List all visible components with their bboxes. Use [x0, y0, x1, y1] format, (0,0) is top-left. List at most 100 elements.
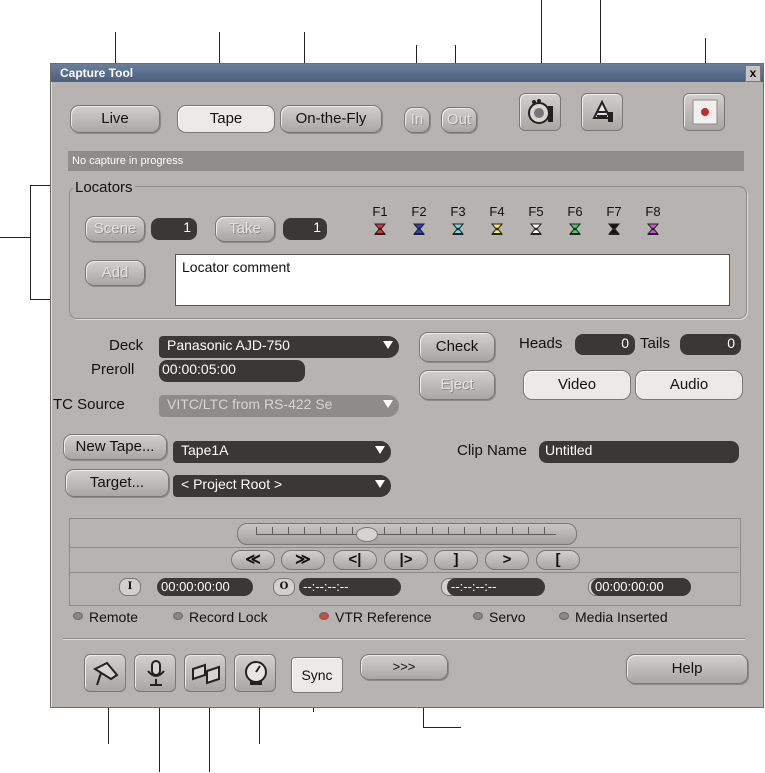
locator-key-5[interactable]: F5	[524, 204, 548, 235]
play-button[interactable]: >	[485, 550, 529, 570]
tc-source-label: TC Source	[53, 396, 125, 413]
indicator-media-inserted: Media Inserted	[559, 609, 668, 625]
chevron-down-icon	[383, 400, 393, 408]
mark-in-tag[interactable]: I	[119, 578, 141, 596]
video-tab[interactable]: Video	[523, 370, 631, 400]
tails-field[interactable]: 0	[680, 334, 741, 355]
callout-bracket	[0, 237, 30, 238]
callout-line	[423, 727, 461, 728]
locator-key-6[interactable]: F6	[563, 204, 587, 235]
transport-divider	[69, 547, 739, 548]
locator-marker-icon	[530, 223, 542, 235]
mark-in-timecode[interactable]: 00:00:00:00	[157, 578, 253, 596]
indicator-label: Servo	[489, 609, 526, 625]
audio-mixer-button[interactable]	[184, 654, 226, 692]
audio-tool-button[interactable]	[581, 93, 623, 131]
capture-tool-window: Capture Tool x Live Tape On-the-Fly In O…	[50, 63, 764, 708]
tc-source-select[interactable]: VITC/LTC from RS-422 Se	[159, 395, 399, 417]
chevron-down-icon	[383, 341, 393, 349]
take-value[interactable]: 1	[283, 218, 327, 240]
callout-line	[108, 706, 109, 744]
deck-select[interactable]: Panasonic AJD-750	[159, 336, 399, 358]
indicator-label: Record Lock	[189, 609, 268, 625]
go-to-out-button[interactable]: ]	[434, 550, 478, 570]
shuttle-ticks	[256, 527, 556, 535]
record-icon	[692, 99, 718, 125]
timecode-window-button[interactable]	[234, 654, 276, 692]
locator-key-label: F7	[606, 204, 622, 219]
locator-marker-icon	[491, 223, 503, 235]
mark-out-tag[interactable]: O	[273, 578, 295, 596]
locator-key-8[interactable]: F8	[641, 204, 665, 235]
locator-key-4[interactable]: F4	[485, 204, 509, 235]
duration-timecode[interactable]: --:--:--:--	[447, 578, 545, 596]
step-back-button[interactable]: <|	[333, 550, 377, 570]
locator-marker-icon	[608, 223, 620, 235]
shuttle-slider[interactable]	[237, 523, 577, 545]
eject-button[interactable]: Eject	[419, 370, 495, 400]
target-button[interactable]: Target...	[65, 469, 169, 497]
close-icon[interactable]: x	[745, 65, 761, 82]
locator-marker-icon	[569, 223, 581, 235]
audio-tab[interactable]: Audio	[635, 370, 743, 400]
locator-key-7[interactable]: F7	[602, 204, 626, 235]
tape-button[interactable]: Tape	[177, 105, 275, 133]
callout-line	[159, 706, 160, 772]
preroll-field[interactable]: 00:00:05:00	[159, 360, 305, 382]
take-button[interactable]: Take	[215, 216, 275, 242]
heads-label: Heads	[519, 335, 563, 352]
locator-key-2[interactable]: F2	[407, 204, 431, 235]
deck-select-value: Panasonic AJD-750	[167, 337, 290, 353]
audio-tool-icon	[592, 99, 613, 122]
locator-key-label: F1	[372, 204, 388, 219]
scene-button[interactable]: Scene	[85, 216, 145, 242]
scene-value[interactable]: 1	[151, 218, 197, 240]
expand-button[interactable]: >>>	[360, 654, 448, 680]
target-select-value: < Project Root >	[181, 476, 283, 492]
locator-key-label: F5	[528, 204, 544, 219]
locator-marker-icon	[452, 223, 464, 235]
microphone-icon	[147, 660, 165, 686]
record-button[interactable]	[683, 93, 725, 131]
toggle-source-button[interactable]	[519, 93, 561, 131]
help-button[interactable]: Help	[626, 654, 748, 684]
timecode-icon	[245, 661, 267, 685]
locator-comment-field[interactable]: Locator comment	[175, 254, 730, 306]
add-locator-button[interactable]: Add	[85, 260, 145, 286]
out-button[interactable]: Out	[441, 107, 477, 133]
heads-field[interactable]: 0	[575, 334, 635, 355]
mark-out-timecode[interactable]: --:--:--:--	[299, 578, 401, 596]
locator-key-label: F3	[450, 204, 466, 219]
locator-marker-icon	[374, 223, 386, 235]
target-select[interactable]: < Project Root >	[173, 475, 391, 497]
title-bar: Capture Tool x	[51, 64, 763, 82]
deck-source-icon	[528, 99, 553, 124]
step-forward-button[interactable]: |>	[384, 550, 428, 570]
deck-label: Deck	[109, 337, 144, 354]
tape-select[interactable]: Tape1A	[173, 441, 391, 463]
go-to-in-button[interactable]: [	[536, 550, 580, 570]
sync-button[interactable]: Sync	[291, 657, 343, 693]
window-title: Capture Tool	[60, 66, 134, 80]
new-tape-button[interactable]: New Tape...	[63, 434, 167, 460]
video-tool-icon	[92, 661, 119, 686]
locator-key-3[interactable]: F3	[446, 204, 470, 235]
locator-key-1[interactable]: F1	[368, 204, 392, 235]
position-timecode[interactable]: 00:00:00:00	[591, 578, 691, 596]
indicator-servo: Servo	[473, 609, 526, 625]
rewind-button[interactable]: ≪	[231, 550, 275, 570]
in-button[interactable]: In	[404, 107, 430, 133]
on-the-fly-button[interactable]: On-the-Fly	[280, 105, 382, 133]
video-tool-button[interactable]	[84, 654, 126, 692]
separator	[63, 638, 745, 639]
check-button[interactable]: Check	[419, 332, 495, 362]
indicator-label: Media Inserted	[575, 609, 668, 625]
status-bar: No capture in progress	[68, 151, 744, 171]
preroll-label: Preroll	[91, 361, 135, 378]
live-button[interactable]: Live	[70, 105, 160, 133]
clip-name-field[interactable]: Untitled	[539, 441, 739, 463]
audio-input-button[interactable]	[134, 654, 176, 692]
shuttle-handle[interactable]	[356, 527, 378, 542]
locator-marker-icon	[413, 223, 425, 235]
fast-forward-button[interactable]: ≫	[281, 550, 325, 570]
